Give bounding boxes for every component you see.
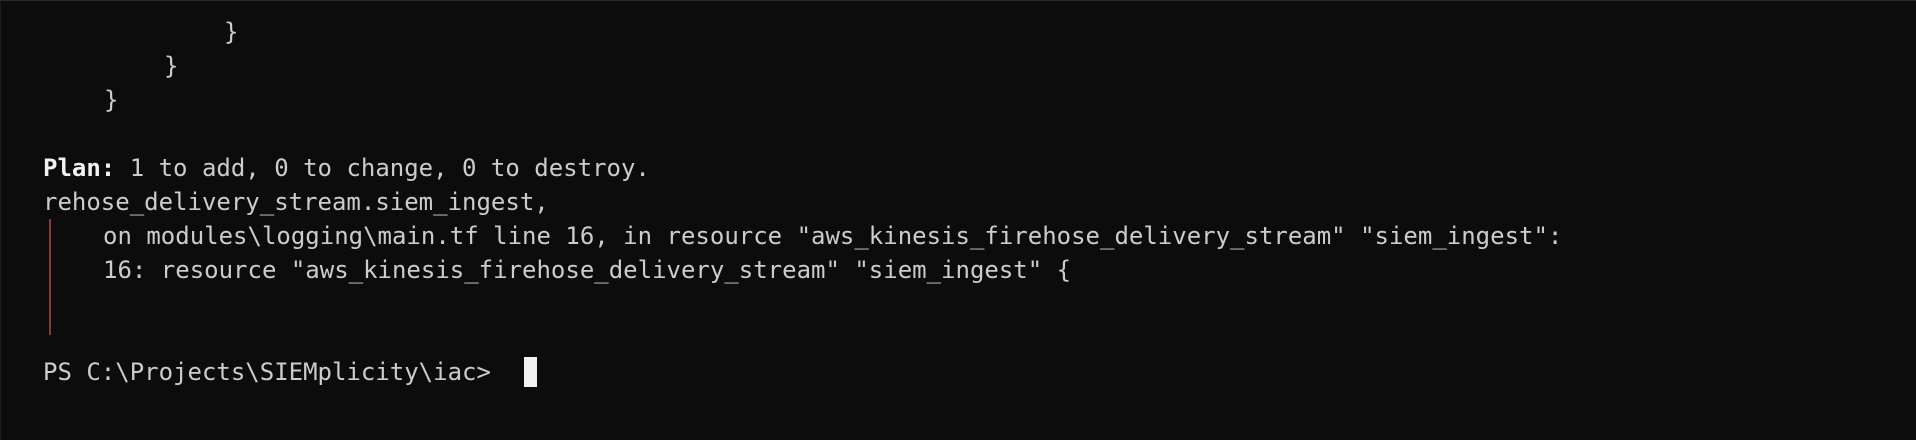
closing-brace-3: } (104, 86, 119, 114)
error-gutter-bar (49, 219, 51, 335)
error-resource-ref: rehose_delivery_stream.siem_ingest, (43, 188, 549, 216)
plan-label: Plan: (43, 154, 116, 182)
terminal-window[interactable]: } } } Plan: 1 to add, 0 to change, 0 to … (0, 0, 1916, 440)
closing-brace-1: } (224, 18, 239, 46)
plan-text: 1 to add, 0 to change, 0 to destroy. (115, 154, 650, 182)
shell-prompt: PS C:\Projects\SIEMplicity\iac> (43, 358, 491, 386)
error-source-line: 16: resource "aws_kinesis_firehose_deliv… (103, 256, 1072, 284)
error-location: on modules\logging\main.tf line 16, in r… (103, 222, 1563, 250)
closing-brace-2: } (164, 52, 179, 80)
plan-summary: Plan: 1 to add, 0 to change, 0 to destro… (43, 151, 650, 185)
text-cursor[interactable] (524, 357, 537, 387)
